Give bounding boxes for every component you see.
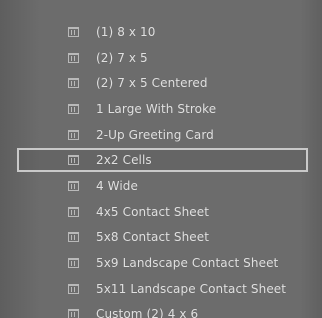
template-item-custom-2-4x6[interactable]: Custom (2) 4 x 6 (0, 302, 322, 318)
template-item-label: 2-Up Greeting Card (96, 127, 214, 142)
template-icon (68, 26, 79, 37)
template-item-2-up-greeting-card[interactable]: 2-Up Greeting Card (0, 122, 322, 148)
template-item-label: Custom (2) 4 x 6 (96, 307, 199, 318)
template-item-label: 4 Wide (96, 178, 138, 193)
template-item-label: (1) 8 x 10 (96, 24, 156, 39)
template-list: (1) 8 x 10 (2) 7 x 5 (2) 7 x 5 Centered … (0, 19, 322, 318)
template-item-label: 1 Large With Stroke (96, 101, 217, 116)
template-item-5x11-landscape-contact-sheet[interactable]: 5x11 Landscape Contact Sheet (0, 276, 322, 302)
template-item-label: 5x9 Landscape Contact Sheet (96, 256, 279, 271)
template-icon (68, 78, 79, 89)
template-item-2x2-cells[interactable]: 2x2 Cells (0, 147, 322, 173)
template-item-5x9-landscape-contact-sheet[interactable]: 5x9 Landscape Contact Sheet (0, 250, 322, 276)
template-item-2-7x5-centered[interactable]: (2) 7 x 5 Centered (0, 70, 322, 96)
template-item-label: 4x5 Contact Sheet (96, 204, 210, 219)
template-icon (68, 103, 79, 114)
template-icon (68, 232, 79, 243)
template-icon (68, 155, 79, 166)
template-item-label: (2) 7 x 5 Centered (96, 76, 208, 91)
template-item-1-large-with-stroke[interactable]: 1 Large With Stroke (0, 96, 322, 122)
template-item-4x5-contact-sheet[interactable]: 4x5 Contact Sheet (0, 199, 322, 225)
template-icon (68, 129, 79, 140)
template-item-label: 5x8 Contact Sheet (96, 230, 210, 245)
template-item-label: 5x11 Landscape Contact Sheet (96, 281, 287, 296)
template-item-4-wide[interactable]: 4 Wide (0, 173, 322, 199)
template-item-2-7x5[interactable]: (2) 7 x 5 (0, 45, 322, 71)
template-item-label: (2) 7 x 5 (96, 50, 148, 65)
template-icon (68, 283, 79, 294)
template-icon (68, 180, 79, 191)
template-icon (68, 52, 79, 63)
template-icon (68, 206, 79, 217)
template-browser-panel: (1) 8 x 10 (2) 7 x 5 (2) 7 x 5 Centered … (0, 0, 322, 318)
template-item-1-8x10[interactable]: (1) 8 x 10 (0, 19, 322, 45)
template-item-label: 2x2 Cells (96, 153, 152, 168)
template-item-5x8-contact-sheet[interactable]: 5x8 Contact Sheet (0, 225, 322, 251)
template-icon (68, 309, 79, 318)
template-icon (68, 258, 79, 269)
